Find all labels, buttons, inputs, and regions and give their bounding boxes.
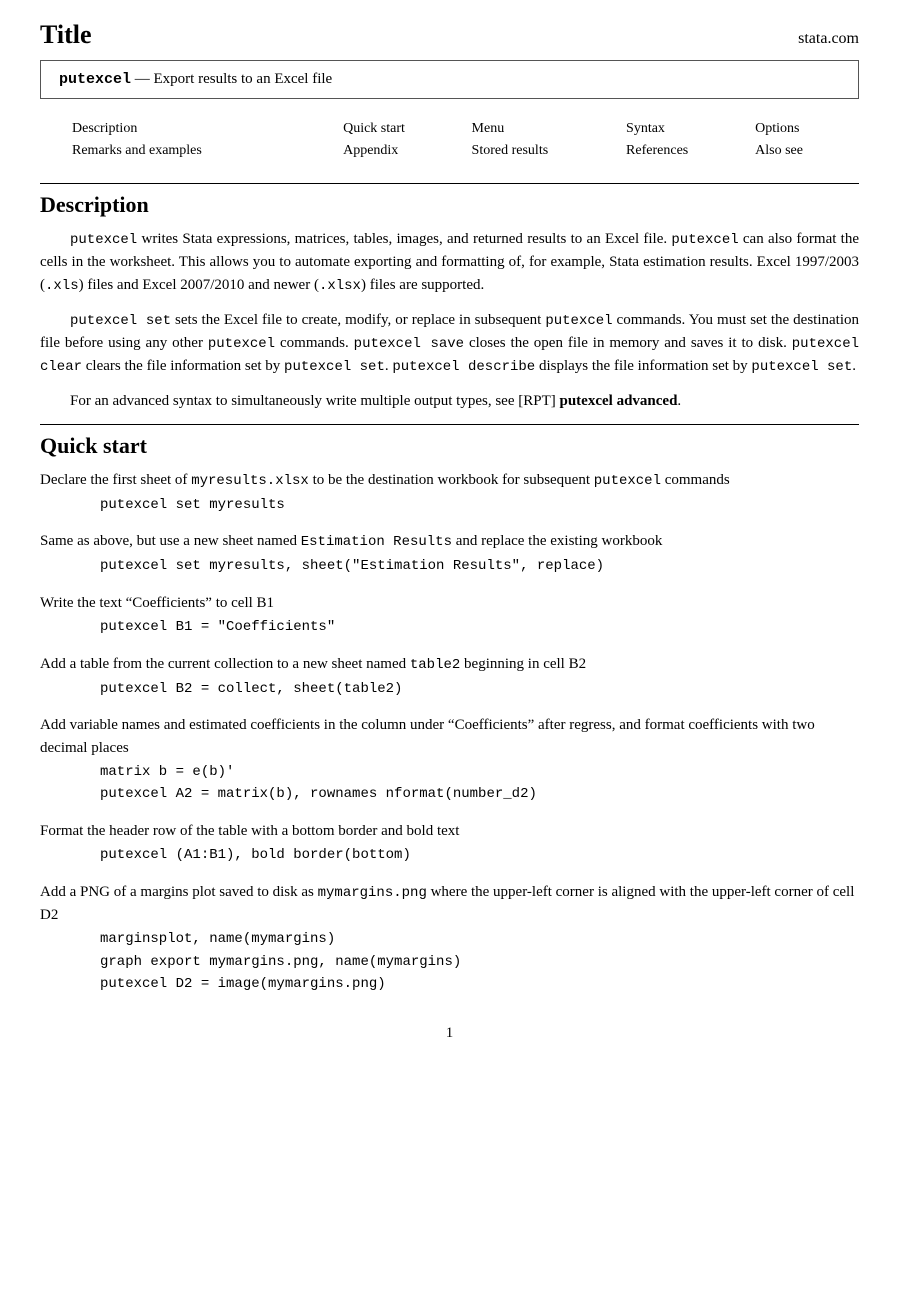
page-title: Title xyxy=(40,20,92,50)
nav-remarks[interactable]: Remarks and examples xyxy=(42,141,341,161)
description-heading: Description xyxy=(40,192,859,218)
nav-quickstart[interactable]: Quick start xyxy=(343,119,469,139)
qs-code-2: putexcel set myresults, sheet("Estimatio… xyxy=(100,555,859,577)
page-header: Title stata.com xyxy=(40,20,859,50)
description-divider xyxy=(40,183,859,184)
qs-item-4: Add a table from the current collection … xyxy=(40,653,859,700)
desc-para-1: putexcel writes Stata expressions, matri… xyxy=(40,228,859,297)
desc-para-2: putexcel set sets the Excel file to crea… xyxy=(40,309,859,378)
qs-code-4: putexcel B2 = collect, sheet(table2) xyxy=(100,678,859,700)
qs-code-3: putexcel B1 = "Coefficients" xyxy=(100,616,859,638)
page-number: 1 xyxy=(446,1025,454,1041)
quickstart-divider xyxy=(40,424,859,425)
qs-item-7: Add a PNG of a margins plot saved to dis… xyxy=(40,881,859,996)
nav-appendix[interactable]: Appendix xyxy=(343,141,469,161)
qs-code-6: putexcel (A1:B1), bold border(bottom) xyxy=(100,844,859,866)
page: Title stata.com putexcel — Export result… xyxy=(0,0,899,1315)
qs-item-5: Add variable names and estimated coeffic… xyxy=(40,714,859,806)
nav-references[interactable]: References xyxy=(626,141,753,161)
nav-stored[interactable]: Stored results xyxy=(472,141,625,161)
nav-row-2: Remarks and examples Appendix Stored res… xyxy=(42,141,857,161)
nav-row-1: Description Quick start Menu Syntax Opti… xyxy=(42,119,857,139)
qs-code-7: marginsplot, name(mymargins) graph expor… xyxy=(100,928,859,995)
page-footer: 1 xyxy=(40,1025,859,1042)
title-description: — Export results to an Excel file xyxy=(135,71,332,87)
qs-code-1: putexcel set myresults xyxy=(100,494,859,516)
qs-item-3: Write the text “Coefficients” to cell B1… xyxy=(40,592,859,639)
nav-table: Description Quick start Menu Syntax Opti… xyxy=(40,117,859,163)
nav-description[interactable]: Description xyxy=(42,119,341,139)
qs-code-5: matrix b = e(b)' putexcel A2 = matrix(b)… xyxy=(100,761,859,806)
desc-para-3: For an advanced syntax to simultaneously… xyxy=(40,390,859,413)
qs-item-2: Same as above, but use a new sheet named… xyxy=(40,530,859,577)
stata-brand: stata.com xyxy=(798,30,859,48)
title-box: putexcel — Export results to an Excel fi… xyxy=(40,60,859,99)
title-command: putexcel xyxy=(59,71,131,88)
nav-menu[interactable]: Menu xyxy=(472,119,625,139)
qs-item-6: Format the header row of the table with … xyxy=(40,820,859,867)
nav-syntax[interactable]: Syntax xyxy=(626,119,753,139)
nav-options[interactable]: Options xyxy=(755,119,857,139)
qs-item-1: Declare the first sheet of myresults.xls… xyxy=(40,469,859,516)
nav-alsosee[interactable]: Also see xyxy=(755,141,857,161)
quickstart-heading: Quick start xyxy=(40,433,859,459)
